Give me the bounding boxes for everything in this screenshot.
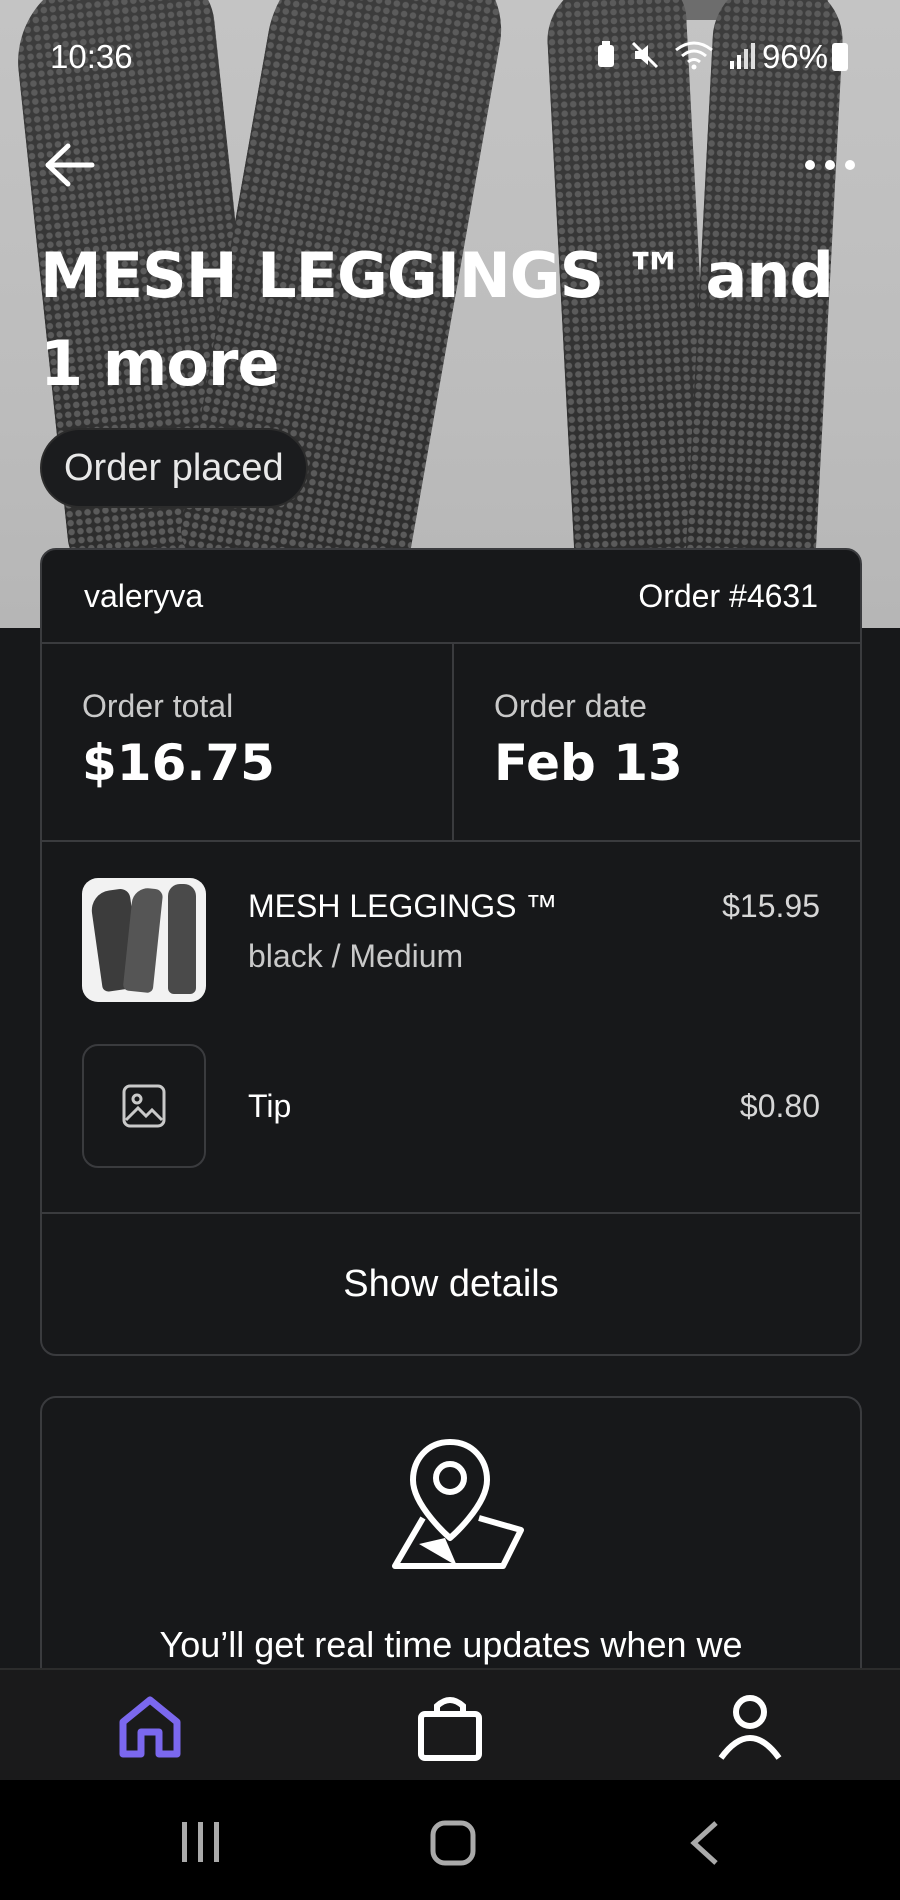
list-item[interactable]: MESH LEGGINGS ™ black / Medium $15.95 bbox=[42, 878, 860, 1006]
product-thumbnail bbox=[82, 878, 206, 1002]
item-name: MESH LEGGINGS ™ bbox=[248, 888, 558, 924]
shopping-bag-icon[interactable] bbox=[415, 1692, 485, 1762]
storage-icon bbox=[598, 41, 614, 67]
item-variant: black / Medium bbox=[248, 938, 464, 974]
item-name: Tip bbox=[248, 1088, 292, 1124]
order-date-label: Order date bbox=[494, 688, 647, 724]
mute-icon bbox=[631, 41, 659, 69]
image-icon bbox=[122, 1084, 166, 1128]
order-date-cell: Order date Feb 13 bbox=[452, 644, 860, 840]
order-meta-row: Order total $16.75 Order date Feb 13 bbox=[42, 644, 860, 842]
more-options-icon[interactable] bbox=[800, 150, 860, 180]
image-placeholder bbox=[82, 1044, 206, 1168]
order-date-value: Feb 13 bbox=[494, 734, 683, 792]
home-icon[interactable] bbox=[115, 1692, 185, 1762]
order-number: Order #4631 bbox=[638, 578, 818, 614]
show-details-button[interactable]: Show details bbox=[42, 1214, 860, 1354]
tracking-message: You’ll get real time updates when we bbox=[159, 1624, 743, 1665]
order-total-value: $16.75 bbox=[82, 734, 275, 792]
page-title: MESH LEGGINGS ™ and 1 more bbox=[40, 239, 834, 400]
battery-percent: 96% bbox=[761, 38, 828, 75]
recent-apps-icon[interactable] bbox=[180, 1820, 222, 1864]
profile-icon[interactable] bbox=[715, 1692, 785, 1762]
bottom-navigation bbox=[0, 1668, 900, 1780]
back-arrow-icon[interactable] bbox=[42, 140, 98, 190]
system-navigation-bar bbox=[0, 1780, 900, 1900]
status-bar: 10:36 96% bbox=[0, 28, 900, 88]
item-price: $0.80 bbox=[739, 1088, 820, 1124]
status-time: 10:36 bbox=[50, 38, 133, 75]
list-item: Tip $0.80 bbox=[42, 1044, 860, 1172]
back-button-icon[interactable] bbox=[690, 1820, 720, 1866]
wifi-icon bbox=[675, 41, 713, 70]
signal-icon bbox=[730, 43, 755, 69]
map-pin-icon bbox=[392, 1439, 524, 1569]
order-summary-card: valeryva Order #4631 Order total $16.75 … bbox=[40, 548, 862, 1356]
order-total-cell: Order total $16.75 bbox=[42, 644, 450, 840]
battery-icon bbox=[832, 43, 848, 71]
item-price: $15.95 bbox=[722, 888, 820, 924]
order-status-badge: Order placed bbox=[40, 428, 308, 508]
customer-name: valeryva bbox=[84, 578, 204, 614]
status-icons bbox=[596, 40, 758, 70]
home-button-icon[interactable] bbox=[430, 1820, 476, 1866]
order-header-row: valeryva Order #4631 bbox=[42, 550, 860, 644]
order-total-label: Order total bbox=[82, 688, 234, 724]
order-items-list: MESH LEGGINGS ™ black / Medium $15.95 Ti… bbox=[42, 842, 860, 1214]
